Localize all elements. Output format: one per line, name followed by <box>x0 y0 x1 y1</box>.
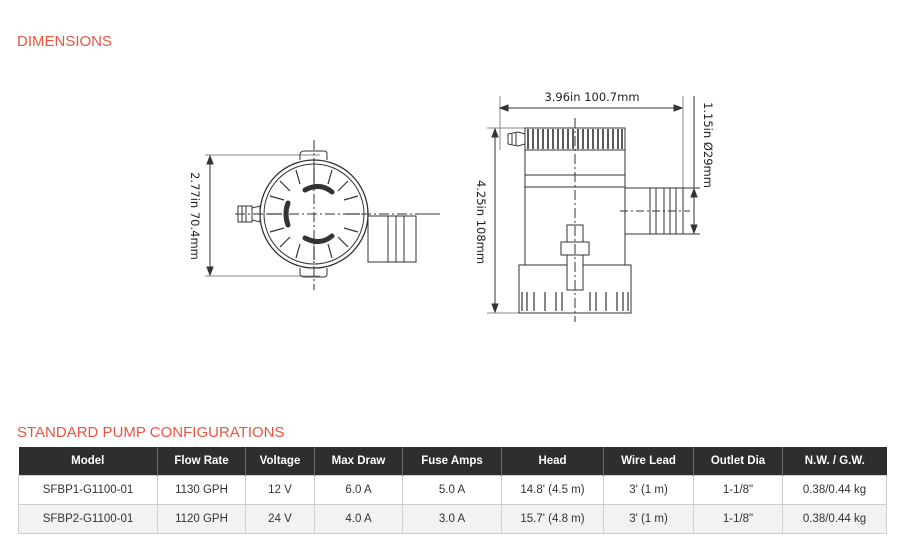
column-header-model: Model <box>18 447 158 476</box>
column-header-voltage: Voltage <box>245 447 315 476</box>
column-header-fuse-amps: Fuse Amps <box>402 447 502 476</box>
cell-flow-rate: 1120 GPH <box>157 504 246 534</box>
dimension-drawing: 2.77in 70.4mm 3.96in 100.7mm 4.25in 108m… <box>188 90 715 322</box>
cell-weight: 0.38/0.44 kg <box>782 504 887 534</box>
cell-flow-rate: 1130 GPH <box>157 475 246 505</box>
outlet-diameter-label: 1.15in Ø29mm <box>701 102 715 188</box>
cell-wire-lead: 3' (1 m) <box>603 475 694 505</box>
cell-wire-lead: 3' (1 m) <box>603 504 694 534</box>
side-view-drawing <box>487 96 700 322</box>
table-header-row: Model Flow Rate Voltage Max Draw Fuse Am… <box>18 447 887 476</box>
cell-head: 15.7' (4.8 m) <box>501 504 604 534</box>
column-header-max-draw: Max Draw <box>314 447 403 476</box>
top-view-height-label: 2.77in 70.4mm <box>188 172 202 260</box>
cell-voltage: 12 V <box>245 475 315 505</box>
cell-model: SFBP2-G1100-01 <box>18 504 158 534</box>
cell-model: SFBP1-G1100-01 <box>18 475 158 505</box>
cell-head: 14.8' (4.5 m) <box>501 475 604 505</box>
column-header-weight: N.W. / G.W. <box>782 447 887 476</box>
cell-fuse-amps: 3.0 A <box>402 504 502 534</box>
pump-configurations-table: Model Flow Rate Voltage Max Draw Fuse Am… <box>18 447 887 534</box>
cell-outlet-dia: 1-1/8" <box>693 504 783 534</box>
cell-max-draw: 6.0 A <box>314 475 403 505</box>
top-view-drawing <box>205 140 440 290</box>
column-header-flow-rate: Flow Rate <box>157 447 246 476</box>
table-row: SFBP2-G1100-01 1120 GPH 24 V 4.0 A 3.0 A… <box>18 504 887 534</box>
cell-max-draw: 4.0 A <box>314 504 403 534</box>
column-header-outlet-dia: Outlet Dia <box>693 447 783 476</box>
column-header-head: Head <box>501 447 604 476</box>
column-header-wire-lead: Wire Lead <box>603 447 694 476</box>
cell-weight: 0.38/0.44 kg <box>782 475 887 505</box>
cell-voltage: 24 V <box>245 504 315 534</box>
side-view-height-label: 4.25in 108mm <box>474 180 488 264</box>
cell-fuse-amps: 5.0 A <box>402 475 502 505</box>
cell-outlet-dia: 1-1/8" <box>693 475 783 505</box>
configurations-heading: STANDARD PUMP CONFIGURATIONS <box>17 424 285 441</box>
side-view-width-label: 3.96in 100.7mm <box>544 90 639 104</box>
table-row: SFBP1-G1100-01 1130 GPH 12 V 6.0 A 5.0 A… <box>18 475 887 505</box>
